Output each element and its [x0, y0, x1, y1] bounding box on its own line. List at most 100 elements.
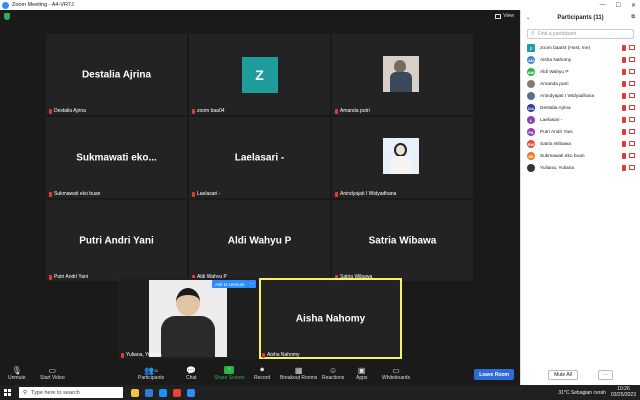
mic-muted-icon — [622, 105, 626, 111]
start-video-button[interactable]: ▭ Start Video — [40, 365, 65, 382]
maximize-button[interactable]: ☐ — [616, 2, 621, 9]
video-tile[interactable]: Putri Andri Yani Putri Andri Yani — [46, 200, 187, 281]
grid-icon — [495, 13, 502, 19]
video-tile[interactable]: Sukmawati eko... Sukmawati eko buan — [46, 117, 187, 198]
whiteboard-icon: ▭ — [392, 365, 400, 375]
taskbar-apps — [131, 388, 195, 397]
participant-status-icons — [622, 153, 635, 159]
microphone-muted-icon: 🎙 — [11, 365, 22, 375]
ask-to-unmute-button[interactable]: Ask to Unmute — [212, 280, 248, 288]
participant-row[interactable]: SE Sukmawati eko buan — [521, 150, 640, 162]
mic-muted-icon — [335, 108, 338, 114]
people-icon: 👥 11 — [144, 365, 159, 375]
video-tile[interactable]: Aldi Wahyu P Aldi Wahyu P — [189, 200, 330, 281]
chrome-icon[interactable] — [173, 388, 181, 397]
participant-name: zoom baa04 (Host, me) — [540, 45, 591, 51]
avatar: AW — [527, 68, 535, 76]
participant-row[interactable]: PA Putri Andri Yani — [521, 126, 640, 138]
avatar — [527, 92, 535, 100]
mic-muted-icon — [622, 129, 626, 135]
share-screen-button[interactable]: ↑ Share Screen — [214, 365, 245, 381]
search-icon: ⚲ — [531, 31, 535, 37]
video-tile[interactable]: Yuliana, Yuliana — [118, 278, 259, 359]
tile-label: Sukmawati eko buan — [49, 191, 100, 197]
mic-muted-icon — [49, 108, 52, 114]
chat-button[interactable]: 💬 Chat — [186, 365, 197, 382]
participant-row[interactable]: DA Destalia Ajrina — [521, 102, 640, 114]
mic-muted-icon — [622, 141, 626, 147]
apps-icon: ▣ — [357, 365, 366, 375]
video-off-icon — [629, 141, 635, 146]
mic-muted-icon — [49, 274, 52, 280]
view-button[interactable]: View — [495, 13, 514, 19]
shield-icon[interactable] — [4, 13, 10, 20]
tile-more-button[interactable]: ··· — [248, 280, 256, 288]
windows-start-icon[interactable] — [4, 389, 11, 396]
mic-muted-icon — [622, 69, 626, 75]
video-tile[interactable]: Satria Wibawa Satria Wibawa — [332, 200, 473, 281]
tile-label: Aisha Nahomy — [262, 352, 300, 358]
participant-row[interactable]: AN Aisha Nahomy — [521, 54, 640, 66]
participant-row[interactable]: AW Aldi Wahyu P — [521, 66, 640, 78]
unmute-button[interactable]: 🎙 Unmute — [8, 365, 26, 382]
video-tile[interactable]: Laelasari - Laelasari - — [189, 117, 330, 198]
taskbar-search-input[interactable]: ⚲ Type here to search — [19, 387, 123, 398]
apps-button[interactable]: ▣ Apps — [356, 365, 367, 382]
profile-photo — [383, 138, 419, 174]
tile-label: Yuliana, Yuliana — [121, 352, 162, 358]
participant-name: Putri Andri Yani — [540, 129, 573, 135]
avatar: PA — [527, 128, 535, 136]
participant-row[interactable]: L Laelasari - — [521, 114, 640, 126]
chevron-down-icon[interactable]: ⌄ — [526, 15, 530, 21]
avatar: L — [527, 116, 535, 124]
video-off-icon — [629, 117, 635, 122]
more-options-button[interactable]: ··· — [597, 370, 613, 380]
participant-row[interactable]: Amanda putri — [521, 78, 640, 90]
tile-label: Amanda putri — [335, 108, 370, 114]
mic-muted-icon — [622, 153, 626, 159]
participant-row[interactable]: Zzoom baa04 (Host, me) — [521, 42, 640, 54]
participant-row[interactable]: SW Satria Wibawa — [521, 138, 640, 150]
participants-button[interactable]: 👥 11 Participants — [138, 365, 164, 382]
video-tile[interactable]: Destalia Ajrina Destalia Ajrina — [46, 34, 187, 115]
edge-icon[interactable] — [159, 388, 167, 397]
record-button[interactable]: ⏺ Record — [254, 365, 270, 381]
profile-photo — [149, 280, 227, 357]
participant-name-large: Laelasari - — [234, 152, 285, 163]
participant-row[interactable]: Anindyajati I Widyadhana — [521, 90, 640, 102]
whiteboards-button[interactable]: ▭ Whiteboards — [382, 365, 410, 382]
video-tile[interactable]: Z zoom baa04 — [189, 34, 330, 115]
participant-name: Yuliana, Yuliana — [540, 165, 575, 171]
breakout-rooms-button[interactable]: ▦ Breakout Rooms — [280, 365, 317, 382]
system-tray: 31°C Sebagian cerah 10:26 03/25/2023 — [558, 385, 636, 400]
weather-text[interactable]: 31°C Sebagian cerah — [558, 390, 606, 396]
video-tile[interactable]: Amanda putri — [332, 34, 473, 115]
mute-all-button[interactable]: Mute All — [548, 370, 578, 380]
clock[interactable]: 10:26 03/25/2023 — [611, 386, 636, 398]
participant-name-large: Destalia Ajrina — [81, 69, 152, 80]
participant-row[interactable]: Yuliana, Yuliana — [521, 162, 640, 174]
tile-label: zoom baa04 — [192, 108, 225, 114]
participant-name-large: Aisha Nahomy — [295, 313, 366, 324]
popout-icon[interactable]: ⧉ — [631, 14, 635, 20]
participant-status-icons — [622, 105, 635, 111]
video-tile[interactable]: Anindyajati I Widyadhana — [332, 117, 473, 198]
video-off-icon: ▭ — [48, 365, 57, 375]
participant-search-input[interactable]: ⚲ Find a participant — [527, 29, 634, 39]
zoom-taskbar-icon[interactable] — [187, 388, 195, 397]
participant-name: Laelasari - — [540, 117, 563, 123]
participant-status-icons — [622, 129, 635, 135]
leave-room-button[interactable]: Leave Room — [474, 369, 514, 380]
reactions-button[interactable]: ☺ Reactions — [322, 365, 344, 382]
zoom-logo-icon — [2, 1, 9, 9]
file-explorer-icon[interactable] — [131, 388, 139, 397]
video-off-icon — [629, 105, 635, 110]
mail-icon[interactable] — [145, 388, 153, 397]
participant-status-icons — [622, 69, 635, 75]
active-speaker-tile[interactable]: Aisha Nahomy Aisha Nahomy — [259, 278, 402, 359]
close-button[interactable]: ✕ — [631, 2, 636, 9]
minimize-button[interactable]: — — [600, 2, 606, 8]
participant-name: Aisha Nahomy — [540, 57, 572, 63]
video-off-icon — [629, 81, 635, 86]
avatar: Z — [241, 56, 278, 93]
